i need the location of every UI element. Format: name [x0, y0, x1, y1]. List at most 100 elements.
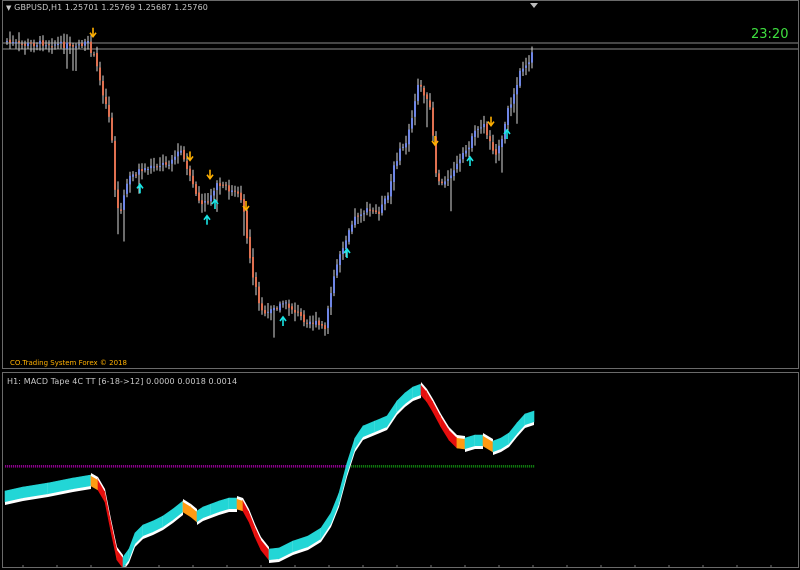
zero-line-purple: [223, 465, 225, 468]
candle-body: [483, 124, 485, 128]
macd-tape-segment: [242, 499, 250, 523]
macd-tape-segment: [104, 490, 112, 533]
zero-line-purple: [193, 465, 195, 468]
candle-body: [468, 147, 470, 150]
candle-body: [27, 42, 29, 46]
zero-line-purple: [99, 465, 101, 468]
zero-line-green: [477, 465, 479, 468]
macd-tape-segment: [228, 497, 238, 510]
zero-line-purple: [227, 465, 229, 468]
zero-line-purple: [19, 465, 21, 468]
candle-body: [339, 254, 341, 265]
zero-line-green: [495, 465, 497, 468]
zero-line-purple: [337, 465, 339, 468]
macd-tape-segment: [97, 477, 106, 504]
zero-line-purple: [299, 465, 301, 468]
zero-line-purple: [153, 465, 155, 468]
zero-line-purple: [335, 465, 337, 468]
candle-body: [300, 312, 302, 316]
candle-body: [108, 104, 110, 117]
zero-line-green: [465, 465, 467, 468]
zero-line-purple: [295, 465, 297, 468]
zero-line-green: [377, 465, 379, 468]
candle-body: [285, 302, 287, 304]
zero-line-purple: [111, 465, 113, 468]
zero-line-purple: [29, 465, 31, 468]
macd-tape-edge: [475, 446, 483, 449]
zero-line-green: [471, 465, 473, 468]
zero-line-green: [479, 465, 481, 468]
candle-body: [402, 146, 404, 148]
sell-arrow-icon: [186, 151, 194, 162]
price-chart-svg[interactable]: [3, 1, 798, 368]
candle-body: [171, 159, 173, 164]
buy-arrow-icon: [466, 155, 474, 166]
candle-body: [75, 46, 77, 48]
dropdown-triangle-icon[interactable]: ▼: [6, 4, 11, 12]
zero-line-green: [519, 465, 521, 468]
zero-line-green: [353, 465, 355, 468]
zero-line-purple: [169, 465, 171, 468]
zero-line-green: [491, 465, 493, 468]
zero-line-green: [383, 465, 385, 468]
candle-body: [195, 184, 197, 194]
zero-line-purple: [217, 465, 219, 468]
zero-line-purple: [129, 465, 131, 468]
zero-line-purple: [135, 465, 137, 468]
candle-body: [21, 43, 23, 45]
zero-line-green: [435, 465, 437, 468]
zero-line-purple: [271, 465, 273, 468]
zero-line-purple: [331, 465, 333, 468]
candle-body: [201, 200, 203, 205]
zero-line-green: [423, 465, 425, 468]
candle-body: [15, 42, 17, 44]
zero-line-purple: [179, 465, 181, 468]
zero-line-purple: [35, 465, 37, 468]
candle-body: [147, 169, 149, 170]
macd-tape-segment: [268, 547, 280, 561]
candle-body: [255, 277, 257, 287]
zero-line-green: [427, 465, 429, 468]
macd-tape-segment: [110, 520, 118, 561]
zero-line-purple: [185, 465, 187, 468]
zero-line-green: [361, 465, 363, 468]
candle-body: [408, 129, 410, 145]
zero-line-green: [431, 465, 433, 468]
indicator-pane[interactable]: H1: MACD Tape 4C TT [6-18->12] 0.0000 0.…: [2, 372, 799, 568]
candle-body: [369, 209, 371, 211]
symbol-header: ▼ GBPUSD,H1 1.25701 1.25769 1.25687 1.25…: [6, 3, 208, 12]
candle-body: [123, 195, 125, 210]
bar-timer: 23:20: [751, 27, 789, 42]
scroll-marker-icon[interactable]: [530, 3, 538, 8]
zero-line-purple: [201, 465, 203, 468]
price-pane[interactable]: ▼ GBPUSD,H1 1.25701 1.25769 1.25687 1.25…: [2, 0, 799, 369]
zero-line-green: [415, 465, 417, 468]
zero-line-purple: [37, 465, 39, 468]
zero-line-green: [525, 465, 527, 468]
zero-line-purple: [293, 465, 295, 468]
zero-line-purple: [173, 465, 175, 468]
zero-line-purple: [189, 465, 191, 468]
zero-line-purple: [147, 465, 149, 468]
candle-body: [318, 320, 320, 326]
candle-body: [246, 211, 248, 239]
candle-body: [204, 201, 206, 203]
zero-line-purple: [313, 465, 315, 468]
candle-body: [417, 84, 419, 101]
zero-line-purple: [241, 465, 243, 468]
candle-body: [384, 198, 386, 205]
candle-body: [168, 164, 170, 166]
candle-body: [9, 39, 11, 43]
zero-line-purple: [117, 465, 119, 468]
zero-line-green: [437, 465, 439, 468]
zero-line-green: [381, 465, 383, 468]
zero-line-green: [355, 465, 357, 468]
candle-body: [399, 148, 401, 161]
zero-line-purple: [215, 465, 217, 468]
indicator-chart-svg[interactable]: [3, 373, 798, 567]
zero-line-purple: [77, 465, 79, 468]
candle-body: [207, 201, 209, 203]
zero-line-green: [489, 465, 491, 468]
zero-line-purple: [165, 465, 167, 468]
macd-tape-segment: [338, 462, 348, 505]
